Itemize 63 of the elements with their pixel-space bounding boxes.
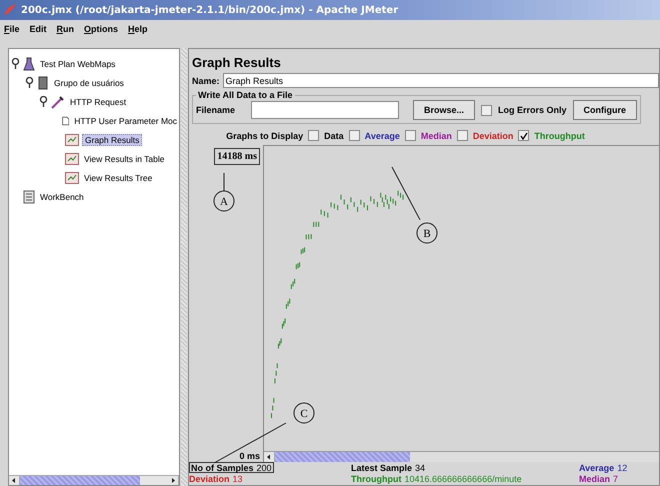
- menu-item[interactable]: Run: [56, 24, 74, 34]
- flask-icon: [23, 56, 35, 70]
- stat-value: 12: [617, 462, 628, 472]
- graphs-label: Graphs to Display: [226, 130, 304, 140]
- chart-icon: [65, 134, 79, 146]
- stat-label: Median: [579, 474, 610, 484]
- checkbox-label: Throughput: [534, 130, 585, 140]
- stat-value: 200: [256, 462, 272, 472]
- stat-label: Latest Sample: [351, 462, 412, 472]
- tree-item[interactable]: WorkBench: [38, 192, 86, 202]
- browse-button[interactable]: Browse...: [413, 100, 476, 120]
- configure-button[interactable]: Configure: [572, 100, 638, 120]
- expand-handle-icon[interactable]: [39, 96, 48, 107]
- checkbox-label: Log Errors Only: [498, 105, 567, 115]
- tree-item[interactable]: View Results in Table: [82, 154, 166, 164]
- menu-item[interactable]: Edit: [30, 24, 47, 34]
- stat-value: 13: [232, 474, 243, 484]
- checkbox-label: Deviation: [472, 130, 514, 140]
- window-title: 200c.jmx (/root/jakarta-jmeter-2.1.1/bin/200c.jmx) - Apache JMeter: [21, 4, 398, 16]
- filename-label: Filename: [196, 105, 236, 115]
- log-errors-checkbox[interactable]: [481, 104, 492, 116]
- stat-value: 10416.666666666666/minute: [404, 474, 522, 484]
- horizontal-scrollbar[interactable]: [9, 475, 179, 485]
- tree-item[interactable]: HTTP Request: [68, 96, 128, 106]
- menu-item[interactable]: File: [4, 24, 20, 34]
- stat-value: 7: [613, 474, 618, 484]
- stat-label: Average: [579, 462, 614, 472]
- graph-checkbox[interactable]: [308, 130, 320, 141]
- menu-item[interactable]: Options: [84, 24, 118, 34]
- scroll-left-icon[interactable]: [9, 476, 20, 485]
- graph-checkbox[interactable]: [518, 130, 530, 141]
- app-feather-icon: [3, 3, 17, 17]
- chart-icon: [65, 172, 79, 184]
- name-label: Name:: [192, 76, 220, 86]
- graph-checkbox[interactable]: [348, 130, 360, 141]
- graph-scrollbar[interactable]: [264, 451, 659, 462]
- chart-icon: [65, 152, 79, 164]
- tree-item[interactable]: Test Plan WebMaps: [38, 58, 118, 68]
- graph-checkbox[interactable]: [456, 130, 468, 141]
- min-value-label: 0 ms: [239, 451, 260, 461]
- checkbox-label: Data: [324, 130, 344, 140]
- max-value-label: 14188 ms: [214, 148, 260, 165]
- splitter-handle[interactable]: [181, 48, 187, 486]
- stat-value: 34: [415, 462, 426, 472]
- tree-item[interactable]: Graph Results: [82, 134, 142, 146]
- graph-checkbox[interactable]: [404, 130, 416, 141]
- stat-label: Deviation: [189, 474, 230, 484]
- checkbox-label: Average: [364, 130, 400, 140]
- expand-handle-icon[interactable]: [11, 58, 20, 69]
- menu-item[interactable]: Help: [128, 24, 148, 34]
- name-field[interactable]: Graph Results: [222, 73, 659, 88]
- panel-title: Graph Results: [192, 55, 282, 70]
- tree-item[interactable]: View Results Tree: [82, 172, 154, 182]
- scroll-left-icon[interactable]: [264, 452, 275, 462]
- checkbox-label: Median: [420, 130, 452, 140]
- tree-item[interactable]: HTTP User Parameter Moc: [72, 116, 179, 126]
- section-legend: Write All Data to a File: [196, 90, 295, 100]
- stat-label: No of Samples: [191, 462, 254, 472]
- tree-item[interactable]: Grupo de usuários: [52, 78, 126, 88]
- stat-label: Throughput: [351, 474, 402, 484]
- expand-handle-icon[interactable]: [25, 77, 34, 88]
- workbench-icon: [23, 190, 35, 204]
- filename-field[interactable]: [251, 101, 400, 119]
